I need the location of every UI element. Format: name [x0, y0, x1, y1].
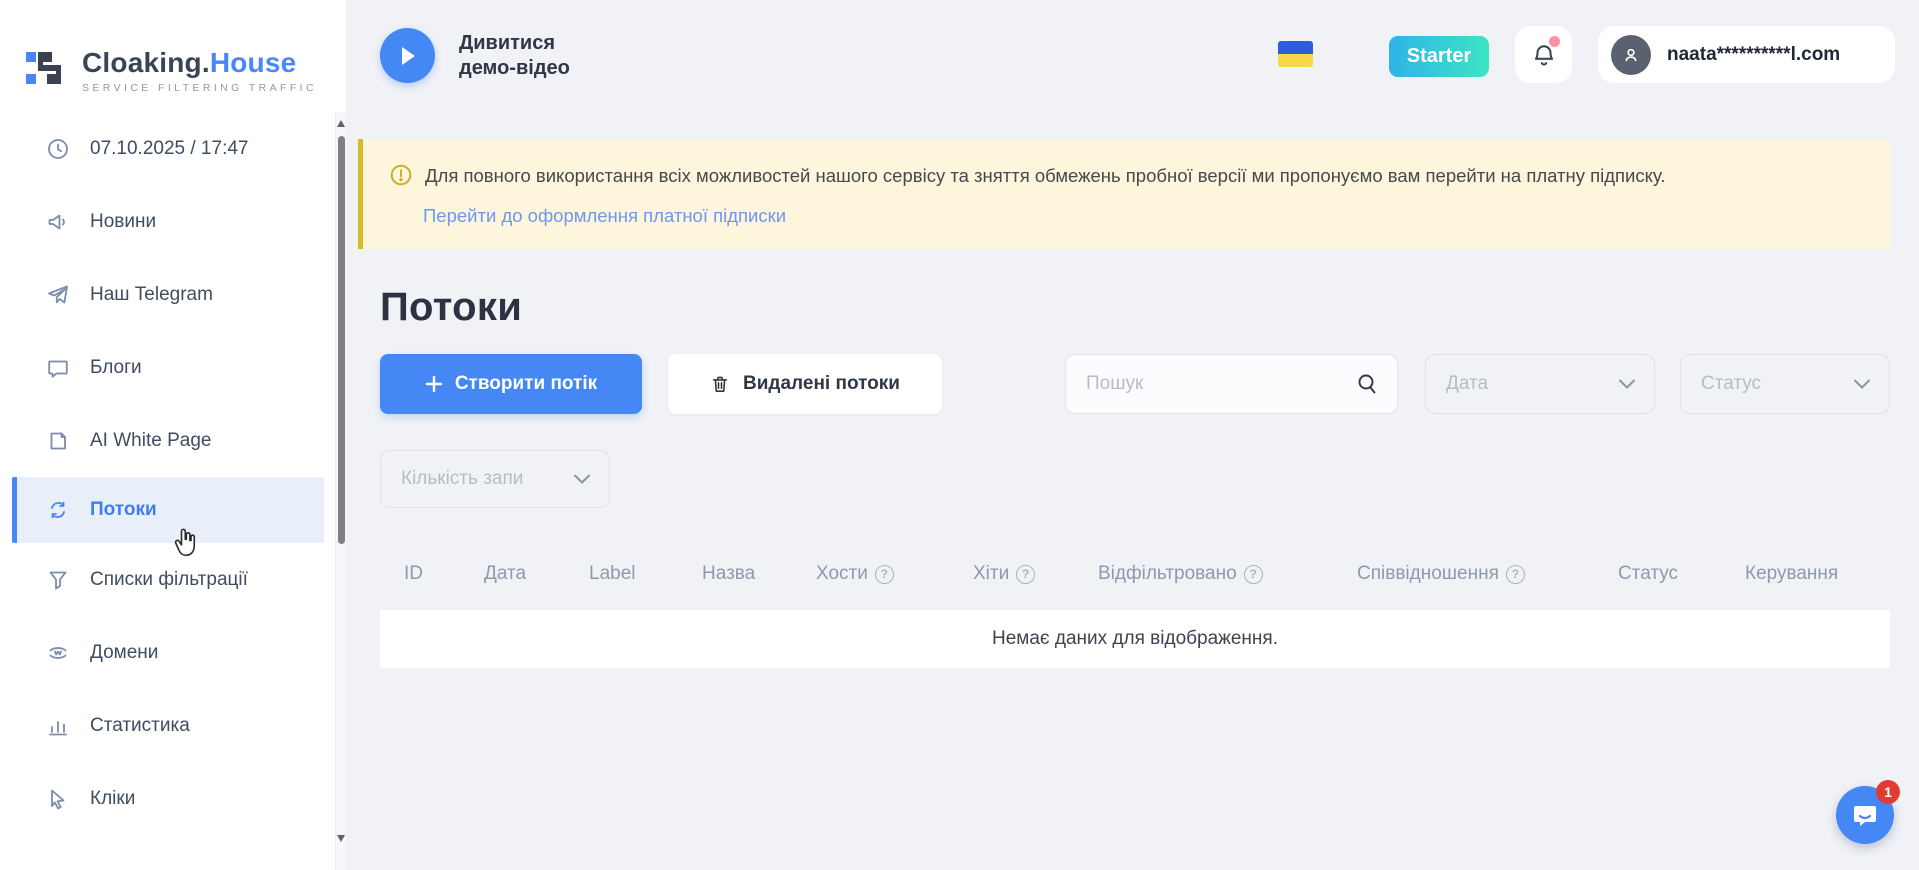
sidebar-scrollbar[interactable] [335, 112, 346, 870]
sidebar-item-clicks[interactable]: Кліки [0, 762, 346, 835]
streams-sync-icon [46, 498, 70, 522]
column-header-id: ID [404, 563, 484, 585]
column-header-hits: Хіти [973, 563, 1098, 585]
sidebar: Cloaking.House SERVICE FILTERING TRAFFIC… [0, 0, 346, 870]
search-box [1065, 354, 1398, 414]
sidebar-item-label: Домени [90, 642, 158, 664]
column-header-date: Дата [484, 563, 589, 585]
trash-icon [710, 374, 730, 395]
chat-widget-button[interactable]: 1 [1836, 786, 1894, 844]
sidebar-item-label: Потоки [90, 499, 157, 521]
sidebar-item-label: Блоги [90, 357, 142, 379]
warning-icon [389, 163, 413, 187]
column-header-label: Label [589, 563, 702, 585]
chat-bubble-icon [46, 356, 70, 380]
create-stream-button[interactable]: Створити потік [380, 354, 642, 414]
demo-video-label[interactable]: Дивитися демо-відео [459, 31, 570, 81]
scroll-up-arrow[interactable] [337, 120, 345, 127]
sidebar-nav: 07.10.2025 / 17:47 Новини Наш Telegram Б… [0, 112, 346, 835]
language-flag-ukraine[interactable] [1278, 41, 1313, 67]
deleted-streams-button[interactable]: Видалені потоки [668, 354, 942, 414]
sidebar-item-label: AI White Page [90, 430, 211, 452]
domain-globe-icon [46, 641, 70, 665]
banner-text: Для повного використання всіх можливосте… [425, 163, 1665, 189]
streams-table-header: ID Дата Label Назва Хости Хіти Відфільтр… [380, 552, 1890, 596]
sidebar-item-domains[interactable]: Домени [0, 616, 346, 689]
search-input[interactable] [1066, 355, 1397, 413]
help-icon[interactable] [1506, 565, 1525, 584]
plus-icon [425, 375, 443, 393]
status-filter-select[interactable]: Статус [1680, 354, 1890, 414]
chevron-down-icon [1853, 378, 1871, 390]
trial-warning-banner: Для повного використання всіх можливосте… [358, 139, 1890, 249]
sidebar-item-statistics[interactable]: Статистика [0, 689, 346, 762]
user-email: naata**********l.com [1667, 44, 1840, 66]
clock-icon [46, 137, 70, 161]
help-icon[interactable] [875, 565, 894, 584]
plan-badge[interactable]: Starter [1389, 36, 1489, 77]
column-header-name: Назва [702, 563, 816, 585]
topbar: Дивитися демо-відео Starter naata*******… [346, 0, 1919, 112]
sidebar-item-label: Кліки [90, 788, 135, 810]
column-header-ratio: Співвідношення [1357, 563, 1618, 585]
app-window: Cloaking.House SERVICE FILTERING TRAFFIC… [0, 0, 1919, 870]
megaphone-icon [46, 210, 70, 234]
main-content: Дивитися демо-відео Starter naata*******… [346, 0, 1919, 870]
notifications-button[interactable] [1515, 26, 1572, 83]
scroll-down-arrow[interactable] [337, 835, 345, 842]
cursor-icon [46, 787, 70, 811]
records-count-select[interactable]: Кількість запи [380, 450, 610, 508]
sidebar-item-datetime[interactable]: 07.10.2025 / 17:47 [0, 112, 346, 185]
date-filter-select[interactable]: Дата [1425, 354, 1655, 414]
sidebar-item-ai-white-page[interactable]: AI White Page [0, 404, 346, 477]
person-icon [1621, 45, 1641, 65]
brand-name: Cloaking.House [82, 47, 317, 79]
play-icon [398, 45, 418, 67]
column-header-hosts: Хости [816, 563, 973, 585]
funnel-icon [46, 568, 70, 592]
brand-tagline: SERVICE FILTERING TRAFFIC [82, 82, 317, 94]
brand-logo-icon [24, 45, 70, 96]
sidebar-item-label: Списки фільтрації [90, 569, 248, 591]
sidebar-item-label: Наш Telegram [90, 284, 213, 306]
sidebar-item-news[interactable]: Новини [0, 185, 346, 258]
user-avatar [1611, 35, 1651, 75]
help-icon[interactable] [1244, 565, 1263, 584]
notification-dot [1549, 36, 1560, 47]
sidebar-item-label: Новини [90, 211, 156, 233]
sidebar-item-blogs[interactable]: Блоги [0, 331, 346, 404]
mouse-hand-cursor [170, 526, 200, 565]
column-header-filtered: Відфільтровано [1098, 563, 1357, 585]
telegram-icon [46, 283, 70, 307]
secondary-controls-row: Кількість запи [380, 450, 1890, 508]
upgrade-subscription-link[interactable]: Перейти до оформлення платної підписки [423, 205, 786, 227]
sidebar-item-label: 07.10.2025 / 17:47 [90, 138, 248, 160]
controls-row: Створити потік Видалені потоки Дата Стат… [380, 354, 1890, 414]
page-icon [46, 429, 70, 453]
column-header-status: Статус [1618, 563, 1745, 585]
chevron-down-icon [573, 473, 591, 485]
brand-logo[interactable]: Cloaking.House SERVICE FILTERING TRAFFIC [0, 0, 346, 110]
help-icon[interactable] [1016, 565, 1035, 584]
chat-unread-badge: 1 [1876, 780, 1900, 804]
search-icon[interactable] [1355, 372, 1379, 398]
chat-widget-icon [1850, 800, 1880, 830]
chevron-down-icon [1618, 378, 1636, 390]
column-header-manage: Керування [1745, 563, 1890, 585]
table-empty-state: Немає даних для відображення. [380, 610, 1890, 668]
page-title: Потоки [380, 285, 1919, 330]
sidebar-item-label: Статистика [90, 715, 190, 737]
user-account-button[interactable]: naata**********l.com [1598, 26, 1895, 83]
sidebar-item-streams[interactable]: Потоки [12, 477, 324, 543]
demo-video-play-button[interactable] [380, 28, 435, 83]
empty-state-message: Немає даних для відображення. [992, 628, 1278, 650]
bar-chart-icon [46, 714, 70, 738]
sidebar-item-telegram[interactable]: Наш Telegram [0, 258, 346, 331]
scrollbar-thumb[interactable] [338, 136, 345, 544]
